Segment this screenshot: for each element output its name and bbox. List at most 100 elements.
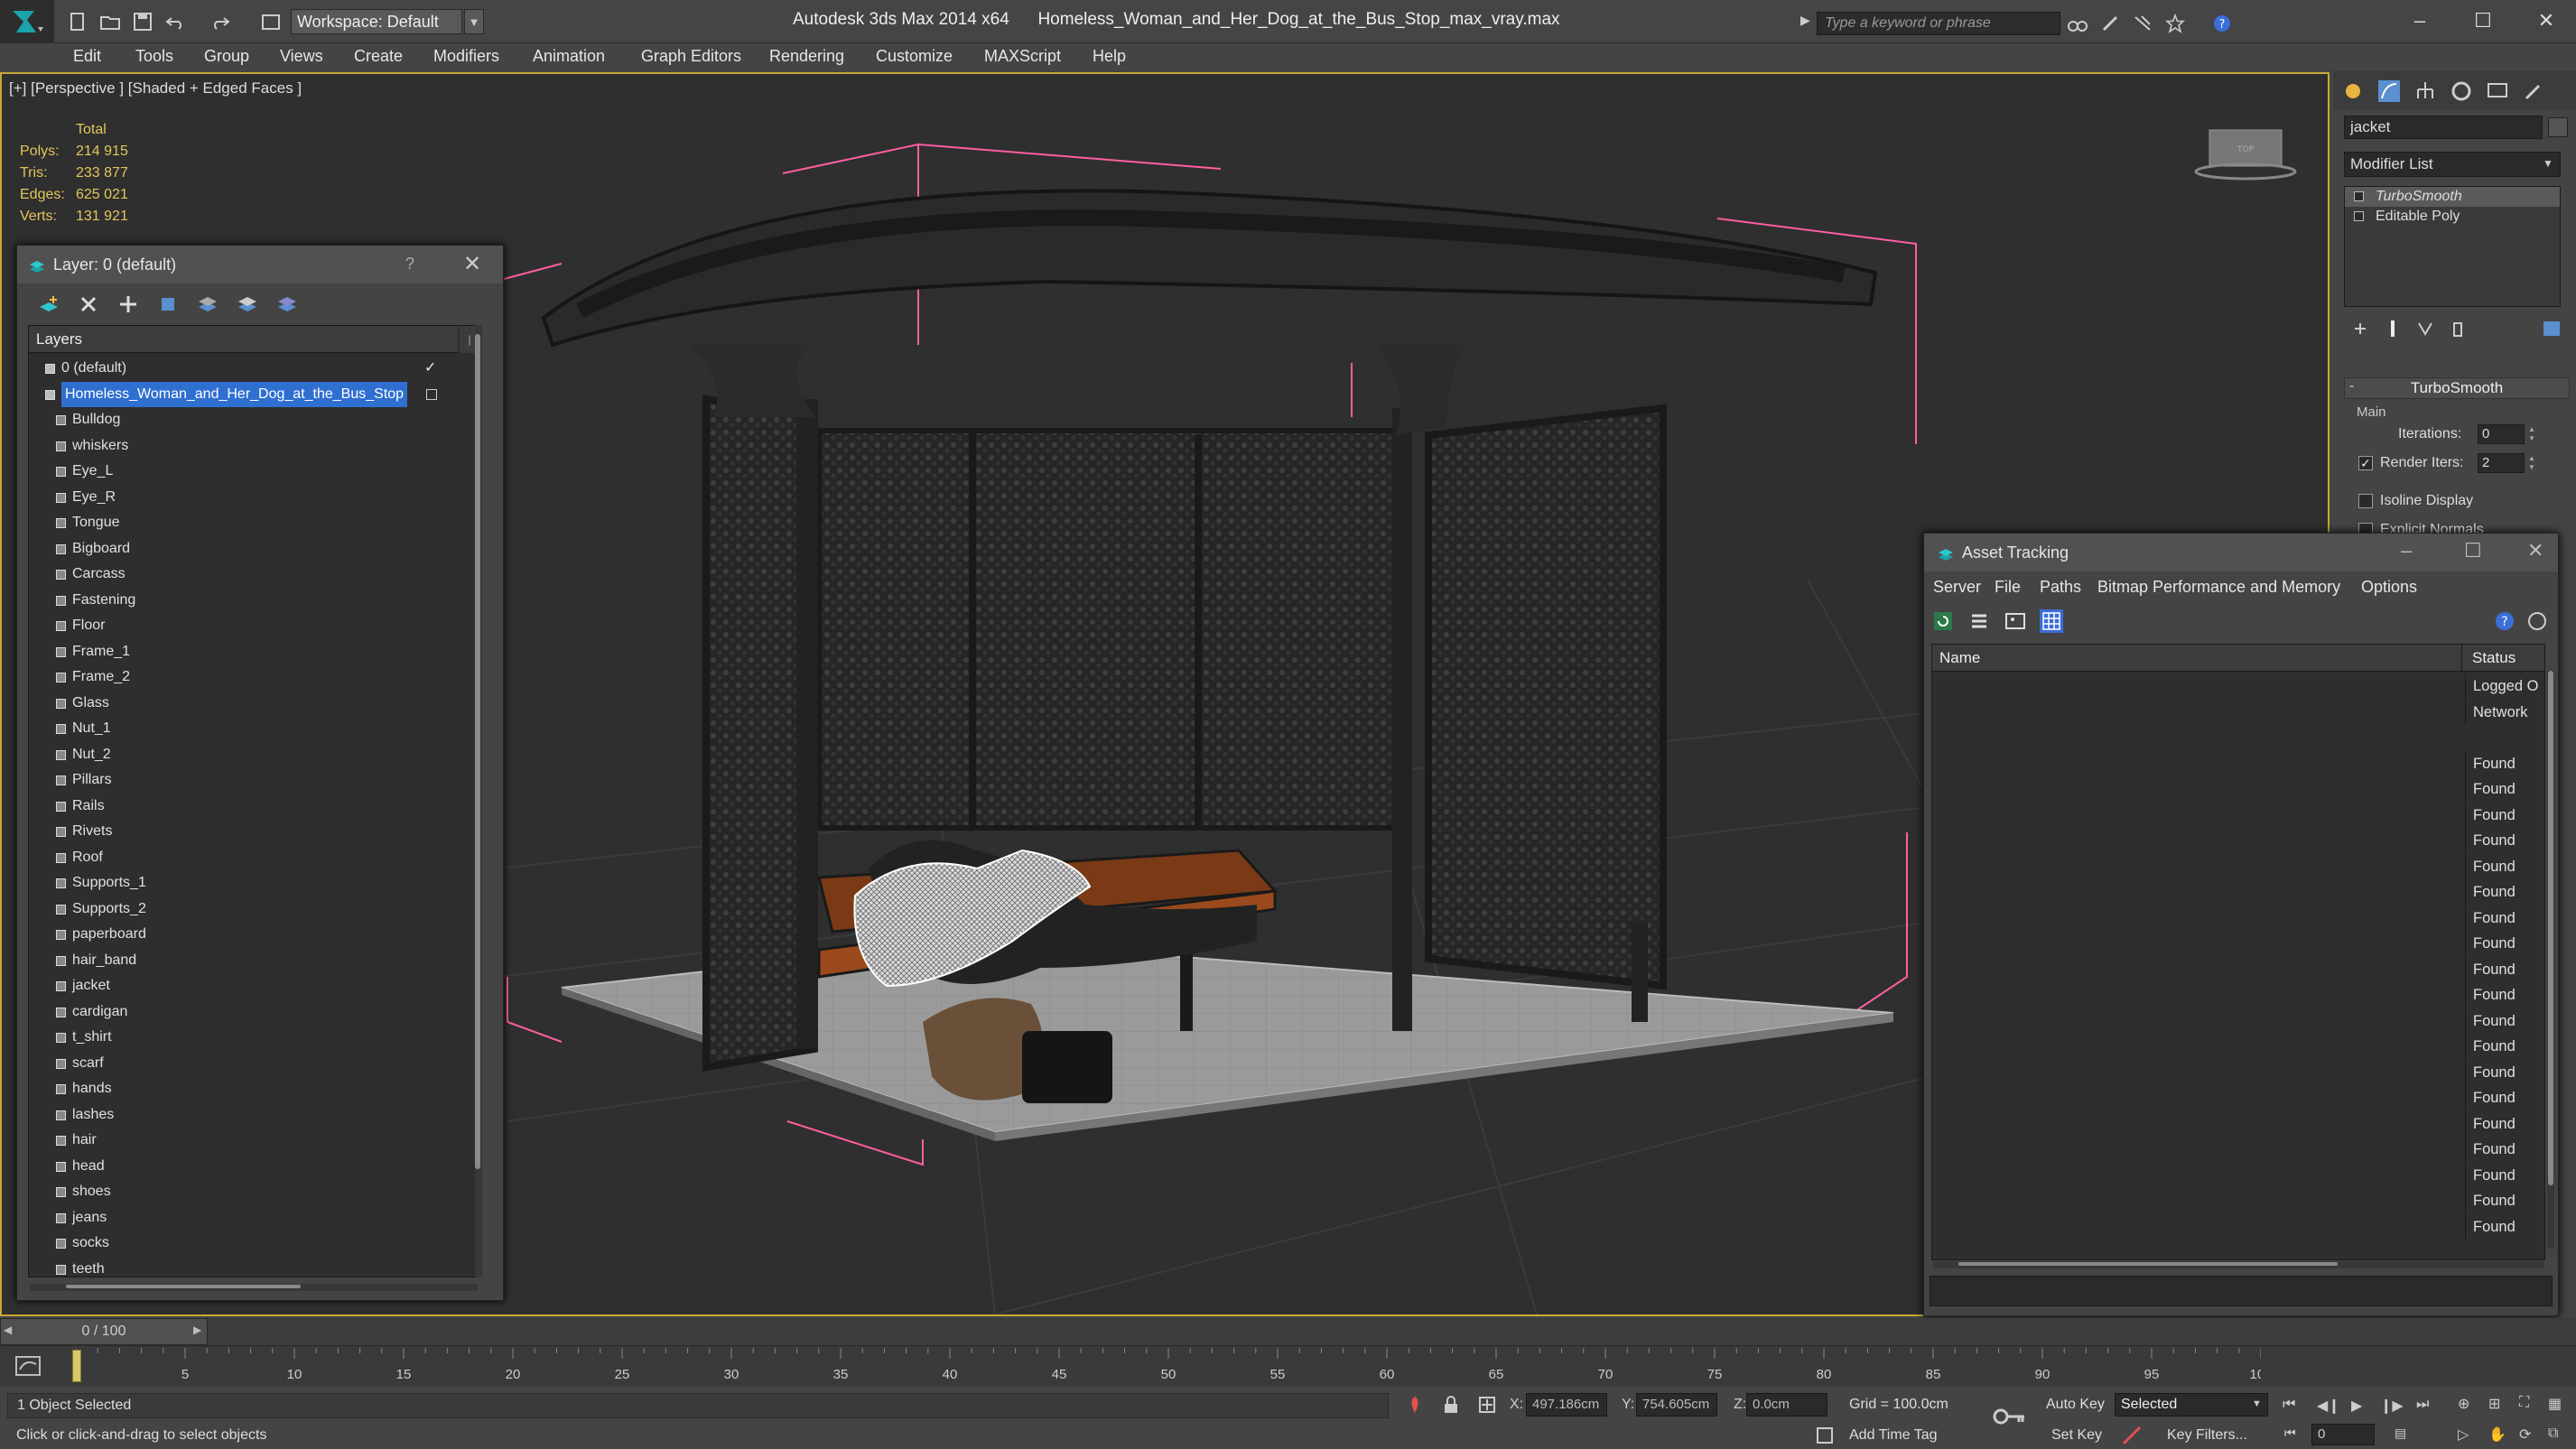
collapse-icon[interactable]: -: [2349, 378, 2354, 395]
make-unique-icon[interactable]: [2414, 318, 2436, 339]
layer-object-row[interactable]: Supports_1: [29, 870, 458, 896]
maximize-icon[interactable]: ☐: [2464, 539, 2482, 562]
viewport-label[interactable]: [+] [Perspective ] [Shaded + Edged Faces…: [9, 79, 302, 98]
layer-object-row[interactable]: Roof: [29, 845, 458, 871]
new-layer-icon[interactable]: [37, 293, 60, 316]
time-slider[interactable]: 0 / 100: [0, 1318, 208, 1345]
chevron-right-icon[interactable]: ▶: [193, 1324, 201, 1336]
zoom-all-icon[interactable]: ⊞: [2488, 1395, 2510, 1416]
time-config-icon[interactable]: ▤: [2395, 1426, 2416, 1447]
close-icon[interactable]: ✕: [2527, 539, 2543, 562]
layer-object-row[interactable]: cardigan: [29, 999, 458, 1026]
layer-object-row[interactable]: hair: [29, 1128, 458, 1154]
settings-help-icon[interactable]: [2525, 609, 2549, 633]
layer-object-row[interactable]: socks: [29, 1231, 458, 1257]
layer-object-row[interactable]: scarf: [29, 1051, 458, 1077]
horizontal-scrollbar[interactable]: [1933, 1261, 2543, 1268]
hierarchy-tab-icon[interactable]: [2413, 79, 2438, 104]
spinner-arrows-icon[interactable]: ▲ ▼: [2526, 425, 2537, 445]
minimize-icon[interactable]: –: [2401, 539, 2412, 562]
menu-options[interactable]: Options: [2361, 578, 2417, 597]
isoline-display-checkbox[interactable]: [2358, 494, 2373, 508]
layer-object-row[interactable]: jeans: [29, 1205, 458, 1231]
asset-row[interactable]: Bus_Stop_Specular.pngFound: [1932, 1085, 2544, 1111]
minimize-icon[interactable]: –: [2402, 7, 2438, 34]
chevron-left-icon[interactable]: ◀: [4, 1324, 12, 1336]
freeze-layers-icon[interactable]: [275, 293, 299, 316]
asset-row[interactable]: head_glossiness.pngFound: [1932, 1162, 2544, 1189]
help-search-input[interactable]: Type a keyword or phrase: [1817, 12, 2060, 35]
spinner-arrows-icon[interactable]: ▲ ▼: [2526, 454, 2537, 474]
set-active-layer-icon[interactable]: [426, 388, 437, 400]
pan-icon[interactable]: ✋: [2488, 1426, 2510, 1447]
asset-row[interactable]: Bulldog_diffuse.pngFound: [1932, 750, 2544, 777]
go-to-start-icon[interactable]: ⏮: [2283, 1397, 2304, 1418]
scrollbar-thumb[interactable]: [1958, 1262, 2338, 1266]
layer-object-row[interactable]: Bigboard: [29, 536, 458, 562]
workspace-dropdown[interactable]: Workspace: Default: [291, 9, 462, 34]
close-icon[interactable]: ✕: [2528, 7, 2564, 34]
chevron-down-icon[interactable]: ▼: [2543, 157, 2553, 170]
table-view-icon[interactable]: [2040, 609, 2063, 633]
absolute-mode-icon[interactable]: [1477, 1395, 1497, 1415]
asset-row[interactable]: Bus_Stop_Fresnel.pngFound: [1932, 982, 2544, 1008]
time-cursor[interactable]: [72, 1350, 81, 1382]
layer-object-row[interactable]: lashes: [29, 1102, 458, 1129]
z-coordinate-field[interactable]: 0.0cm: [1746, 1393, 1827, 1416]
layer-object-row[interactable]: Supports_2: [29, 896, 458, 923]
object-name-field[interactable]: jacket: [2344, 116, 2543, 139]
asset-row[interactable]: Bulldog_glossiness.pngFound: [1932, 828, 2544, 854]
menu-maxscript[interactable]: MAXScript: [984, 47, 1061, 66]
help-button[interactable]: ?: [405, 255, 414, 274]
asset-row[interactable]: Bulldog_Eye_Specular.pngFound: [1932, 802, 2544, 829]
help-icon[interactable]: ?: [2212, 14, 2232, 33]
asset-row[interactable]: Bus_Stop_Diffuse.pngFound: [1932, 956, 2544, 983]
active-layer-check-icon[interactable]: ✓: [424, 356, 436, 381]
communication-center-icon[interactable]: [2133, 14, 2153, 33]
binoculars-icon[interactable]: [2068, 14, 2088, 33]
expand-icon[interactable]: [2354, 211, 2364, 221]
select-in-layer-icon[interactable]: [156, 293, 180, 316]
display-tab-icon[interactable]: [2485, 79, 2510, 104]
menu-animation[interactable]: Animation: [533, 47, 605, 66]
key-icon[interactable]: [1992, 1400, 2028, 1433]
asset-row[interactable]: Bus_Stop_Normal.pngFound: [1932, 1034, 2544, 1060]
track-bar[interactable]: 5 10 15 20 25 30 35 40 45 50 55 60 65 70 75 80 85 90 95 100: [0, 1345, 2576, 1387]
zoom-extents-icon[interactable]: ⛶: [2519, 1395, 2541, 1416]
asset-row[interactable]: head_normal.pngFound: [1932, 1188, 2544, 1214]
orbit-icon[interactable]: ⟳: [2519, 1426, 2541, 1447]
layer-row[interactable]: 0 (default) ✓: [29, 356, 458, 382]
next-frame-icon[interactable]: ❙▶: [2380, 1397, 2404, 1418]
turbosmooth-rollout-header[interactable]: TurboSmooth: [2344, 377, 2570, 399]
asset-row[interactable]: Bus_Stop_Refraction.pngFound: [1932, 1059, 2544, 1086]
utilities-tab-icon[interactable]: [2521, 79, 2546, 104]
y-coordinate-field[interactable]: 754.605cm: [1636, 1393, 1717, 1416]
key-filters-button[interactable]: Key Filters...: [2167, 1427, 2247, 1444]
list-view-icon[interactable]: [1967, 609, 1991, 633]
layer-object-row[interactable]: Rivets: [29, 819, 458, 845]
back-glass-panel[interactable]: [816, 428, 1400, 831]
vertical-scrollbar[interactable]: [475, 325, 482, 1277]
layer-object-row[interactable]: Rails: [29, 794, 458, 820]
scrollbar-thumb[interactable]: [475, 334, 480, 1169]
key-mode-icon[interactable]: [2120, 1424, 2144, 1447]
menu-tools[interactable]: Tools: [135, 47, 173, 66]
lightbulb-icon[interactable]: [2354, 191, 2364, 201]
menu-create[interactable]: Create: [354, 47, 403, 66]
layer-row[interactable]: Homeless_Woman_and_Her_Dog_at_the_Bus_St…: [29, 381, 458, 408]
menu-help[interactable]: Help: [1093, 47, 1126, 66]
layer-object-row[interactable]: teeth: [29, 1257, 458, 1277]
save-file-icon[interactable]: [132, 11, 153, 33]
time-tag-icon[interactable]: [1815, 1426, 1835, 1445]
zoom-icon[interactable]: ⊕: [2458, 1395, 2479, 1416]
layer-object-row[interactable]: Tongue: [29, 510, 458, 536]
layer-object-row[interactable]: Eye_L: [29, 459, 458, 485]
set-key-button[interactable]: Set Key: [2051, 1427, 2102, 1444]
hide-layers-icon[interactable]: [236, 293, 259, 316]
current-frame-field[interactable]: 0: [2311, 1424, 2375, 1445]
chevron-down-icon[interactable]: ▼: [2252, 1398, 2262, 1409]
render-iters-checkbox[interactable]: ✓: [2358, 456, 2373, 470]
asset-row[interactable]: Bulldog_specular.pngFound: [1932, 931, 2544, 957]
zoom-extents-all-icon[interactable]: ▦: [2548, 1395, 2570, 1416]
column-header-status[interactable]: Status: [2465, 645, 2544, 672]
